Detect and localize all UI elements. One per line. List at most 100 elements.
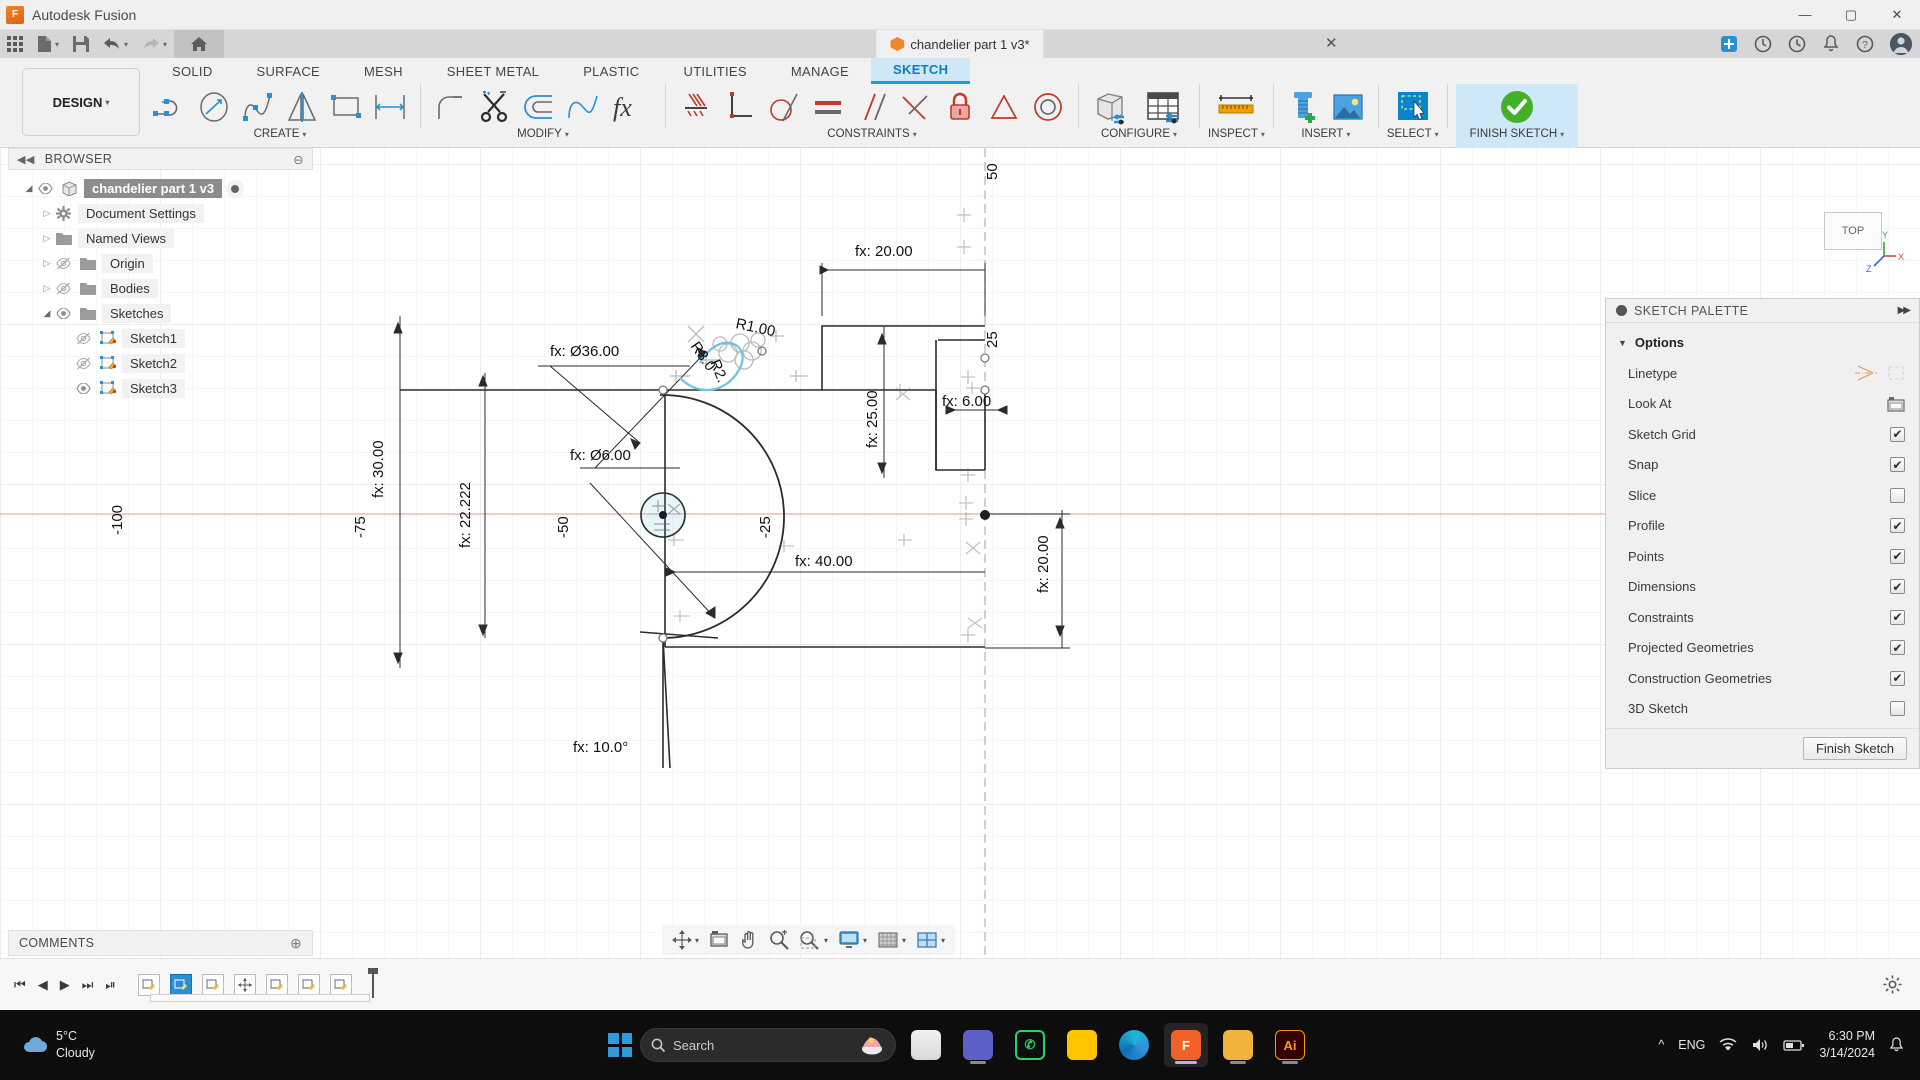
tab-manage[interactable]: MANAGE	[769, 58, 871, 84]
orbit-caret-icon[interactable]: ▾	[695, 936, 699, 945]
minus-circle-icon[interactable]	[1616, 305, 1627, 316]
options-section-header[interactable]: ▼ Options	[1606, 331, 1919, 358]
view-cube[interactable]: TOP Y X Z	[1810, 190, 1906, 280]
look-at-icon[interactable]	[1887, 396, 1905, 412]
palette-row-constraints[interactable]: Constraints ✔	[1606, 602, 1919, 633]
timeline-step-forward-button[interactable]: ⏭	[82, 977, 94, 993]
palette-row-look-at[interactable]: Look At	[1606, 389, 1919, 420]
taskbar-clock[interactable]: 6:30 PM 3/14/2024	[1819, 1028, 1875, 1062]
root-eye-icon[interactable]	[38, 183, 62, 194]
tree-item-sketches[interactable]: ◢ Sketches	[8, 301, 313, 326]
taskbar-search[interactable]: Search	[640, 1028, 896, 1062]
select-group-label[interactable]: SELECT ▾	[1387, 128, 1439, 140]
comments-panel[interactable]: COMMENTS ⊕	[8, 930, 313, 956]
tree-item-origin[interactable]: ▷ Origin	[8, 251, 313, 276]
pan-hand-icon[interactable]	[735, 930, 763, 950]
timeline-feature-sketch3[interactable]	[201, 973, 224, 996]
tree-root-chandelier[interactable]: ◢ chandelier part 1 v3	[8, 176, 313, 201]
inspect-group-label[interactable]: INSPECT ▾	[1208, 128, 1265, 140]
fx-parameters-icon[interactable]: fx	[605, 85, 657, 129]
redo-caret[interactable]: ▾	[163, 40, 167, 49]
slice-checkbox[interactable]	[1890, 487, 1905, 503]
options-twisty-icon[interactable]: ▼	[1618, 338, 1627, 348]
notifications-bell-icon[interactable]	[1814, 30, 1848, 58]
3d-sketch-checkbox[interactable]	[1890, 701, 1905, 717]
finish-sketch-check-icon[interactable]	[1495, 85, 1539, 129]
undo-caret[interactable]: ▾	[124, 40, 128, 49]
timeline-feature-sketch1[interactable]	[137, 973, 160, 996]
origin-twisty-icon[interactable]: ▷	[38, 258, 56, 269]
job-status-icon[interactable]	[1746, 30, 1780, 58]
timeline-step-back-button[interactable]: ◀	[38, 977, 48, 993]
tab-sheet-metal[interactable]: SHEET METAL	[425, 58, 561, 84]
curvature-tool-icon[interactable]	[561, 85, 605, 129]
linetype-controls[interactable]	[1855, 364, 1905, 382]
tab-mesh[interactable]: MESH	[342, 58, 425, 84]
mirror-tool-icon[interactable]	[280, 85, 324, 129]
symmetry-constraint-icon[interactable]	[982, 85, 1026, 129]
grid-snap-caret-icon[interactable]: ▾	[902, 936, 906, 945]
sketch3-eye-icon[interactable]	[76, 383, 100, 394]
sketch2-eye-hidden-icon[interactable]	[76, 357, 100, 370]
zoom-icon[interactable]	[765, 930, 793, 950]
sketches-eye-icon[interactable]	[56, 308, 80, 319]
app-grid-icon[interactable]	[0, 30, 30, 58]
palette-row-slice[interactable]: Slice	[1606, 480, 1919, 511]
snap-checkbox[interactable]: ✔	[1890, 457, 1905, 473]
projected-geometries-checkbox[interactable]: ✔	[1890, 640, 1905, 656]
measure-ruler-icon[interactable]	[1210, 85, 1262, 129]
tab-solid[interactable]: SOLID	[150, 58, 235, 84]
taskbar-app-file-explorer[interactable]	[1216, 1023, 1260, 1067]
tree-item-sketch3[interactable]: Sketch3	[8, 376, 313, 401]
battery-icon[interactable]	[1783, 1039, 1805, 1052]
finish-sketch-label[interactable]: FINISH SKETCH ▾	[1470, 128, 1565, 140]
add-comment-icon[interactable]: ⊕	[290, 935, 302, 952]
copilot-icon[interactable]	[859, 1034, 885, 1056]
configure-part-icon[interactable]	[1087, 85, 1139, 129]
display-mode-icon[interactable]: ▾	[834, 930, 871, 950]
timeline-play-button[interactable]: ▶	[60, 977, 70, 993]
origin-eye-hidden-icon[interactable]	[56, 257, 80, 270]
constraints-checkbox[interactable]: ✔	[1890, 609, 1905, 625]
taskbar-app-file-explorer-dark[interactable]	[904, 1023, 948, 1067]
parallel-constraint-icon[interactable]	[850, 85, 894, 129]
timeline-feature-s6[interactable]	[329, 973, 352, 996]
bodies-eye-hidden-icon[interactable]	[56, 282, 80, 295]
configure-table-icon[interactable]	[1139, 85, 1191, 129]
sketch-palette-header[interactable]: SKETCH PALETTE ▶▶	[1606, 299, 1919, 323]
palette-row-dimensions[interactable]: Dimensions ✔	[1606, 572, 1919, 603]
minimize-button[interactable]: —	[1782, 0, 1828, 30]
insert-canvas-image-icon[interactable]	[1326, 85, 1370, 129]
tab-utilities[interactable]: UTILITIES	[662, 58, 769, 84]
constraints-group-label[interactable]: CONSTRAINTS ▾	[827, 128, 916, 140]
sketch-grid-checkbox[interactable]: ✔	[1890, 426, 1905, 442]
palette-row-profile[interactable]: Profile ✔	[1606, 511, 1919, 542]
root-twisty-icon[interactable]: ◢	[20, 183, 38, 194]
help-icon[interactable]: ?	[1848, 30, 1882, 58]
viewports-icon[interactable]: ▾	[912, 930, 949, 950]
line-tool-icon[interactable]	[148, 85, 192, 129]
home-button[interactable]	[174, 30, 225, 58]
browser-collapse-icon[interactable]: ◀◀	[17, 153, 35, 166]
tree-item-bodies[interactable]: ▷ Bodies	[8, 276, 313, 301]
new-file-caret[interactable]: ▾	[55, 40, 59, 49]
timeline-feature-sketch2[interactable]	[169, 973, 192, 996]
construction-geometries-checkbox[interactable]: ✔	[1890, 670, 1905, 686]
sketch1-eye-hidden-icon[interactable]	[76, 332, 100, 345]
palette-row-sketch-grid[interactable]: Sketch Grid ✔	[1606, 419, 1919, 450]
tree-item-named-views[interactable]: ▷ Named Views	[8, 226, 313, 251]
palette-row-linetype[interactable]: Linetype	[1606, 358, 1919, 389]
equal-constraint-icon[interactable]	[806, 85, 850, 129]
tab-plastic[interactable]: PLASTIC	[561, 58, 661, 84]
zoom-window-icon[interactable]: ▾	[795, 930, 832, 950]
lock-constraint-icon[interactable]	[938, 85, 982, 129]
modify-group-label[interactable]: MODIFY ▾	[517, 128, 569, 140]
coincident-constraint-icon[interactable]	[894, 85, 938, 129]
browser-minimize-icon[interactable]: ⊖	[293, 152, 304, 167]
new-file-icon[interactable]: ▾	[30, 30, 66, 58]
timeline-go-start-button[interactable]: ⏮	[14, 977, 26, 993]
points-checkbox[interactable]: ✔	[1890, 548, 1905, 564]
named-views-twisty-icon[interactable]: ▷	[38, 233, 56, 244]
finish-sketch-group[interactable]: FINISH SKETCH ▾	[1455, 84, 1579, 148]
add-tab-icon[interactable]	[1712, 30, 1746, 58]
